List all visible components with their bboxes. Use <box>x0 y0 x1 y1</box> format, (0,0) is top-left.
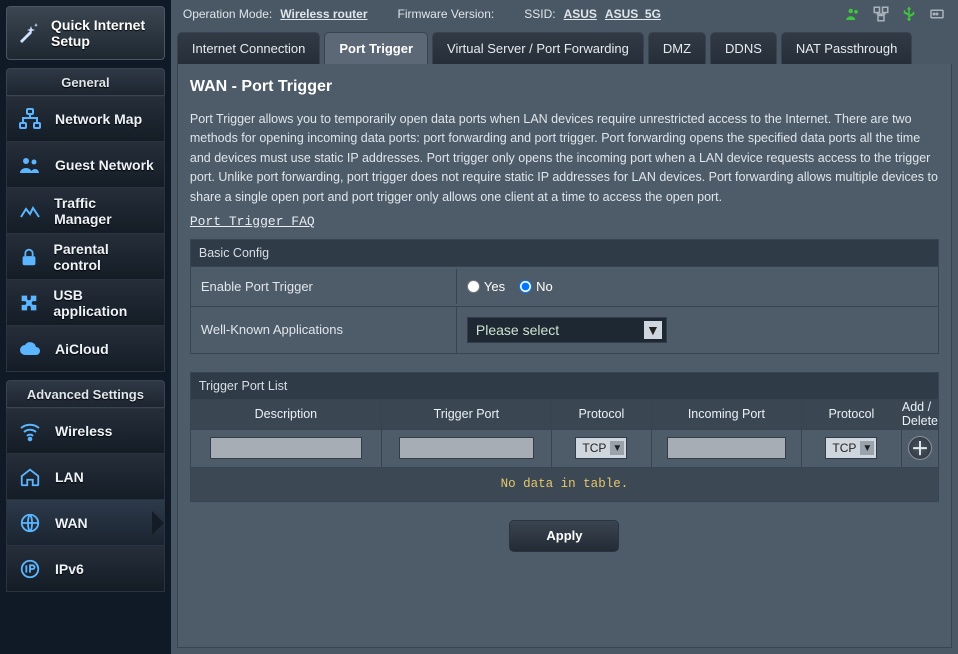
tabs: Internet Connection Port Trigger Virtual… <box>171 28 958 64</box>
op-mode-label: Operation Mode: <box>183 7 272 21</box>
wand-icon <box>15 20 41 46</box>
section-advanced: Advanced Settings <box>6 380 165 408</box>
guest-network-icon <box>17 152 43 178</box>
select-value: Please select <box>476 322 559 338</box>
sidebar-item-label: IPv6 <box>55 561 84 577</box>
add-row-button[interactable]: ＋ <box>908 436 932 460</box>
select-value: TCP <box>832 441 856 455</box>
sidebar-item-label: USB application <box>53 287 154 319</box>
section-general: General <box>6 68 165 96</box>
puzzle-icon <box>17 290 41 316</box>
basic-config-box: Basic Config Enable Port Trigger Yes No … <box>190 239 939 354</box>
topbar: Operation Mode: Wireless router Firmware… <box>171 0 958 28</box>
quick-internet-setup[interactable]: Quick Internet Setup <box>6 6 165 60</box>
well-known-apps-label: Well-Known Applications <box>191 310 456 349</box>
ssid-2[interactable]: ASUS_5G <box>605 7 661 21</box>
quick-internet-setup-label: Quick Internet Setup <box>51 17 145 49</box>
sidebar-item-guest-network[interactable]: Guest Network <box>6 142 165 188</box>
col-protocol-2: Protocol <box>801 399 901 429</box>
menu-general: Network Map Guest Network Traffic Manage… <box>6 96 165 372</box>
sidebar-item-traffic-manager[interactable]: Traffic Manager <box>6 188 165 234</box>
traffic-manager-icon <box>17 198 42 224</box>
sidebar-item-label: Network Map <box>55 111 142 127</box>
plus-icon: ＋ <box>911 435 929 461</box>
radio-label: Yes <box>484 279 505 294</box>
sidebar-item-network-map[interactable]: Network Map <box>6 96 165 142</box>
no-data-row: No data in table. <box>191 467 938 501</box>
well-known-apps-row: Well-Known Applications Please select ▼ <box>191 306 938 353</box>
tab-port-forwarding[interactable]: Virtual Server / Port Forwarding <box>432 32 644 64</box>
sidebar: Quick Internet Setup General Network Map… <box>0 0 171 654</box>
col-add-delete: Add / Delete <box>901 399 938 429</box>
radio-label: No <box>536 279 553 294</box>
basic-config-heading: Basic Config <box>191 240 938 266</box>
menu-advanced: Wireless LAN WAN IPv6 <box>6 408 165 592</box>
tab-internet-connection[interactable]: Internet Connection <box>177 32 320 64</box>
main-panel: Operation Mode: Wireless router Firmware… <box>171 0 958 654</box>
col-description: Description <box>191 399 381 429</box>
home-icon <box>17 464 43 490</box>
sidebar-item-label: Wireless <box>55 423 112 439</box>
sidebar-item-label: AiCloud <box>55 341 109 357</box>
sidebar-item-usb-application[interactable]: USB application <box>6 280 165 326</box>
sidebar-item-label: Guest Network <box>55 157 154 173</box>
chevron-down-icon: ▼ <box>860 441 874 455</box>
enable-port-trigger-row: Enable Port Trigger Yes No <box>191 266 938 306</box>
wifi-icon <box>17 418 43 444</box>
sidebar-item-label: Parental control <box>53 241 153 273</box>
enable-port-trigger-yes[interactable]: Yes <box>467 279 505 294</box>
device-icon[interactable] <box>928 5 946 23</box>
op-mode-value[interactable]: Wireless router <box>280 7 367 21</box>
chevron-down-icon: ▼ <box>610 441 624 455</box>
page-description: Port Trigger allows you to temporarily o… <box>190 110 939 207</box>
incoming-port-input[interactable] <box>667 437 786 459</box>
chevron-down-icon: ▼ <box>644 321 662 339</box>
globe-icon <box>17 510 43 536</box>
ssid-1[interactable]: ASUS <box>564 7 597 21</box>
select-value: TCP <box>582 441 606 455</box>
network-icon[interactable] <box>872 5 890 23</box>
page-title: WAN - Port Trigger <box>190 78 939 96</box>
port-trigger-faq-link[interactable]: Port Trigger FAQ <box>190 214 315 229</box>
sidebar-item-parental-control[interactable]: Parental control <box>6 234 165 280</box>
well-known-apps-select[interactable]: Please select ▼ <box>467 317 667 343</box>
cloud-icon <box>17 336 43 362</box>
protocol-2-select[interactable]: TCP ▼ <box>825 437 877 459</box>
fw-label: Firmware Version: <box>398 7 495 21</box>
network-map-icon <box>17 106 43 132</box>
trigger-port-list-grid: Description Trigger Port Protocol Incomi… <box>191 399 938 501</box>
sidebar-item-wireless[interactable]: Wireless <box>6 408 165 454</box>
col-protocol: Protocol <box>551 399 651 429</box>
usb-icon[interactable] <box>900 5 918 23</box>
tab-ddns[interactable]: DDNS <box>710 32 777 64</box>
sidebar-item-label: LAN <box>55 469 84 485</box>
trigger-port-list-heading: Trigger Port List <box>191 373 938 399</box>
lock-icon <box>17 244 41 270</box>
description-input[interactable] <box>210 437 362 459</box>
trigger-port-list-box: Trigger Port List Description Trigger Po… <box>190 372 939 502</box>
enable-port-trigger-no[interactable]: No <box>519 279 553 294</box>
trigger-port-input[interactable] <box>399 437 534 459</box>
sidebar-item-aicloud[interactable]: AiCloud <box>6 326 165 372</box>
sidebar-item-ipv6[interactable]: IPv6 <box>6 546 165 592</box>
sidebar-item-label: Traffic Manager <box>54 195 154 227</box>
clients-icon[interactable] <box>844 5 862 23</box>
protocol-1-select[interactable]: TCP ▼ <box>575 437 627 459</box>
enable-port-trigger-label: Enable Port Trigger <box>191 267 456 306</box>
top-icons <box>844 5 946 23</box>
sidebar-item-wan[interactable]: WAN <box>6 500 165 546</box>
sidebar-item-label: WAN <box>55 515 88 531</box>
tab-nat-passthrough[interactable]: NAT Passthrough <box>781 32 912 64</box>
ipv6-icon <box>17 556 43 582</box>
ssid-label: SSID: <box>524 7 555 21</box>
apply-button[interactable]: Apply <box>509 520 619 552</box>
sidebar-item-lan[interactable]: LAN <box>6 454 165 500</box>
page-body: WAN - Port Trigger Port Trigger allows y… <box>177 64 952 648</box>
tab-port-trigger[interactable]: Port Trigger <box>324 32 428 64</box>
col-incoming-port: Incoming Port <box>651 399 801 429</box>
col-trigger-port: Trigger Port <box>381 399 551 429</box>
tab-dmz[interactable]: DMZ <box>648 32 706 64</box>
